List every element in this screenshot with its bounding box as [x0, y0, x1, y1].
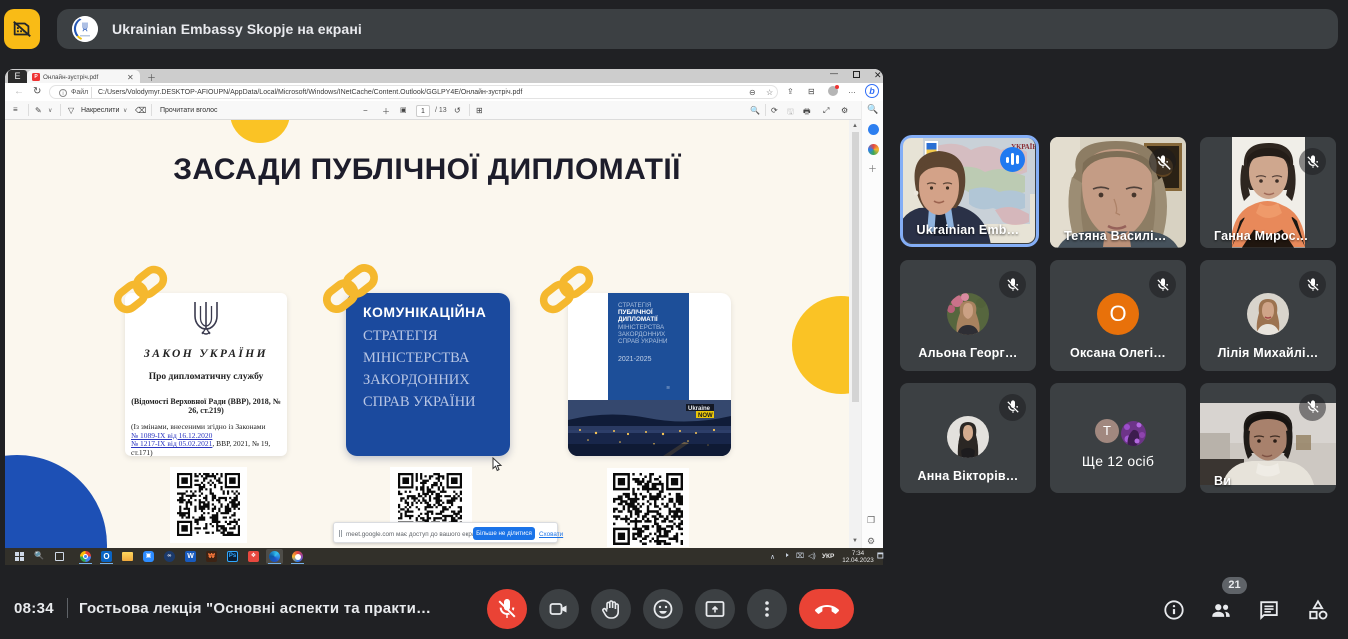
- svg-text:NOW: NOW: [698, 413, 713, 419]
